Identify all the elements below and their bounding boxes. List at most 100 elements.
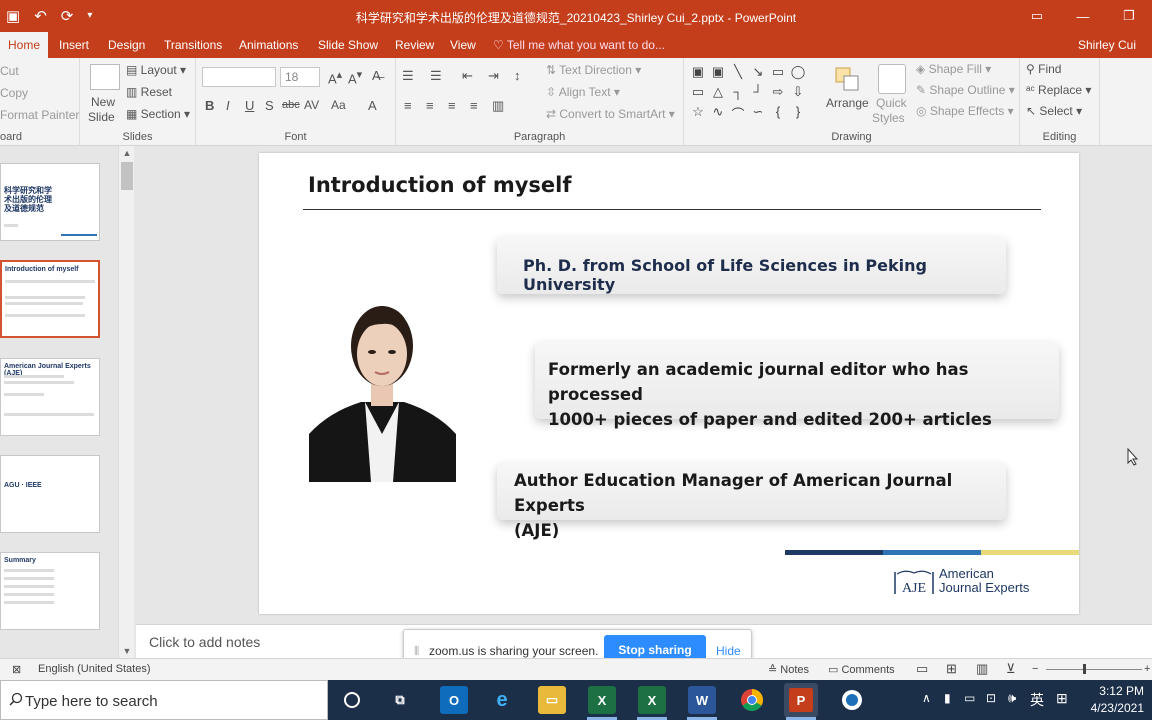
battery-icon[interactable]: ▭ xyxy=(964,691,975,705)
arrow-line-icon[interactable]: ↘ xyxy=(749,64,767,82)
reading-view-icon[interactable]: ▥ xyxy=(976,661,988,677)
word-icon[interactable]: W xyxy=(688,686,716,714)
tab-view[interactable]: View xyxy=(442,32,484,58)
reset-button[interactable]: ▥ Reset xyxy=(126,85,172,99)
callout-aje-manager[interactable]: Author Education Manager of American Jou… xyxy=(497,463,1006,540)
align-center-icon[interactable]: ≡ xyxy=(426,98,434,113)
grow-font-icon[interactable]: A▴ xyxy=(328,68,342,86)
vertical-text-box-icon[interactable]: ▣ xyxy=(709,64,727,82)
network-icon[interactable]: ⊡ xyxy=(986,691,996,705)
minimize-icon[interactable]: — xyxy=(1060,0,1106,32)
font-name-box[interactable] xyxy=(202,67,276,87)
new-slide-label[interactable]: New xyxy=(91,95,115,109)
font-color-icon[interactable]: A xyxy=(368,98,377,113)
drag-handle-icon[interactable]: ⦀ xyxy=(414,644,419,659)
app-icon[interactable] xyxy=(838,686,866,714)
oval-icon[interactable]: ◯ xyxy=(789,64,807,82)
columns-icon[interactable]: ▥ xyxy=(492,98,504,114)
normal-view-icon[interactable]: ▭ xyxy=(916,661,928,677)
zoom-in-icon[interactable]: + xyxy=(1144,663,1150,675)
scroll-down-icon[interactable]: ▼ xyxy=(119,646,135,656)
clock-time[interactable]: 3:12 PM xyxy=(1099,684,1144,698)
clear-formatting-icon[interactable]: A̶ xyxy=(372,68,381,83)
restore-icon[interactable]: ❐ xyxy=(1106,0,1152,32)
font-size-box[interactable]: 18 xyxy=(280,67,320,87)
chrome-icon[interactable] xyxy=(738,686,766,714)
text-box-icon[interactable]: ▣ xyxy=(689,64,707,82)
slide-thumbnail-5[interactable]: Summary xyxy=(0,552,100,630)
chevron-up-icon[interactable]: ∧ xyxy=(922,691,931,705)
line-icon[interactable]: ╲ xyxy=(729,64,747,82)
volume-icon[interactable]: 🕪 xyxy=(1008,690,1016,706)
slide-thumbnail-2[interactable]: Introduction of myself xyxy=(0,260,100,338)
excel-icon[interactable]: X xyxy=(588,686,616,714)
line-spacing-icon[interactable]: ↕ xyxy=(514,68,521,83)
shape-outline-button[interactable]: ✎ Shape Outline ▾ xyxy=(916,83,1015,97)
brace-icon[interactable]: { xyxy=(769,104,787,122)
increase-indent-icon[interactable]: ⇥ xyxy=(488,68,499,84)
new-slide-icon[interactable] xyxy=(90,64,120,90)
cortana-icon[interactable] xyxy=(338,686,366,714)
bold-icon[interactable]: B xyxy=(205,98,214,113)
underline-icon[interactable]: U xyxy=(245,98,254,113)
tab-slide-show[interactable]: Slide Show xyxy=(310,32,386,58)
language-status[interactable]: English (United States) xyxy=(38,663,151,675)
tab-transitions[interactable]: Transitions xyxy=(156,32,230,58)
layout-button[interactable]: ▤ Layout ▾ xyxy=(126,63,186,77)
italic-icon[interactable]: I xyxy=(226,98,230,113)
edge-icon[interactable]: e xyxy=(488,686,516,714)
notes-button[interactable]: ≙ Notes xyxy=(768,663,809,676)
character-spacing-icon[interactable]: AV xyxy=(304,98,319,112)
callout-journal-editor[interactable]: Formerly an academic journal editor who … xyxy=(535,342,1059,429)
taskbar-search[interactable]: Type here to search xyxy=(0,680,328,720)
tab-design[interactable]: Design xyxy=(100,32,153,58)
scroll-up-icon[interactable]: ▲ xyxy=(119,148,135,158)
profile-photo[interactable] xyxy=(309,284,456,482)
task-view-icon[interactable]: ⧉ xyxy=(386,686,414,714)
decrease-indent-icon[interactable]: ⇤ xyxy=(462,68,473,84)
slide-thumbnail-3[interactable]: American Journal Experts (AJE) xyxy=(0,358,100,436)
keyboard-grid-icon[interactable]: ⊞ xyxy=(1056,690,1068,707)
tell-me-box[interactable]: ♡ Tell me what you want to do... xyxy=(493,32,665,58)
file-explorer-icon[interactable]: ▭ xyxy=(538,686,566,714)
copy-button[interactable]: Copy xyxy=(0,86,28,100)
numbering-icon[interactable]: ☰ xyxy=(430,68,442,84)
user-name[interactable]: Shirley Cui xyxy=(1078,32,1136,58)
slide-thumbnail-4[interactable]: AGU · IEEE xyxy=(0,455,100,533)
scrollbar-thumb[interactable] xyxy=(121,162,133,190)
text-direction-button[interactable]: ⇅ Text Direction ▾ xyxy=(546,63,641,77)
align-left-icon[interactable]: ≡ xyxy=(404,98,412,113)
rectangle-icon[interactable]: ▭ xyxy=(769,64,787,82)
outlook-icon[interactable]: O xyxy=(440,686,468,714)
replace-button[interactable]: ᵃᶜ Replace ▾ xyxy=(1026,83,1091,97)
elbow-connector-icon[interactable]: ┐ xyxy=(729,84,747,102)
rounded-rect-icon[interactable]: ▭ xyxy=(689,84,707,102)
align-text-button[interactable]: ⇳ Align Text ▾ xyxy=(546,85,620,99)
change-case-icon[interactable]: Aa xyxy=(331,98,346,112)
new-slide-label-2[interactable]: Slide xyxy=(88,110,115,124)
elbow-arrow-icon[interactable]: ┘ xyxy=(749,84,767,102)
callout-phd[interactable]: Ph. D. from School of Life Sciences in P… xyxy=(497,237,1006,294)
zoom-out-icon[interactable]: − xyxy=(1032,663,1038,675)
tab-insert[interactable]: Insert xyxy=(51,32,97,58)
justify-icon[interactable]: ≡ xyxy=(470,98,478,113)
section-button[interactable]: ▦ Section ▾ xyxy=(126,107,190,121)
microphone-icon[interactable]: ▮ xyxy=(944,691,951,705)
cut-button[interactable]: Cut xyxy=(0,64,19,78)
ribbon-display-options-icon[interactable]: ▭ xyxy=(1014,0,1060,32)
spelling-icon[interactable]: ⊠ xyxy=(12,663,21,676)
slide-sorter-icon[interactable]: ⊞ xyxy=(946,661,957,677)
right-arrow-icon[interactable]: ⇨ xyxy=(769,84,787,102)
tab-animations[interactable]: Animations xyxy=(231,32,306,58)
find-button[interactable]: ⚲ Find xyxy=(1026,62,1061,76)
down-arrow-icon[interactable]: ⇩ xyxy=(789,84,807,102)
curve-icon[interactable]: ∿ xyxy=(709,104,727,122)
hide-button[interactable]: Hide xyxy=(716,644,741,658)
bullets-icon[interactable]: ☰ xyxy=(402,68,414,84)
slide-thumbnail-1[interactable]: 科学研究和学术出版的伦理及道德规范 xyxy=(0,163,100,241)
zoom-slider-thumb[interactable] xyxy=(1083,664,1086,674)
shape-fill-button[interactable]: ◈ Shape Fill ▾ xyxy=(916,62,991,76)
star-icon[interactable]: ☆ xyxy=(689,104,707,122)
convert-smartart-button[interactable]: ⇄ Convert to SmartArt ▾ xyxy=(546,107,675,121)
clock-date[interactable]: 4/23/2021 xyxy=(1091,701,1144,715)
